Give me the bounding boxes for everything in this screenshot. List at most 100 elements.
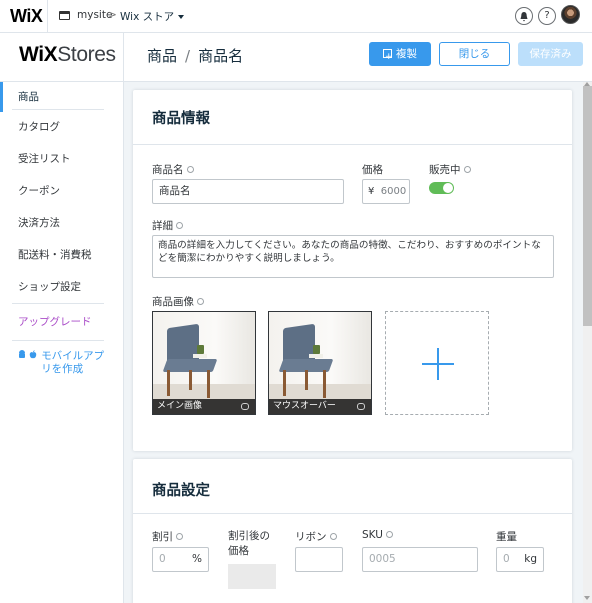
sidebar-item-payments[interactable]: 決済方法 [0, 208, 124, 238]
apple-icon [29, 350, 37, 359]
wix-logo[interactable]: WiX [10, 6, 43, 27]
sidebar-item-shipping-tax[interactable]: 配送料・消費税 [0, 240, 124, 270]
sidebar-item-products[interactable]: 商品 [0, 82, 124, 112]
book [309, 354, 323, 358]
scroll-down-arrow-icon[interactable] [584, 596, 590, 600]
product-name-label-text: 商品名 [152, 164, 184, 176]
sidebar-item-upgrade[interactable]: アップグレード [0, 307, 124, 337]
sidebar-item-orders[interactable]: 受注リスト [0, 144, 124, 174]
info-icon[interactable] [176, 222, 183, 229]
chair-leg [167, 370, 170, 396]
percent-unit: % [192, 553, 202, 565]
info-icon[interactable] [197, 298, 204, 305]
info-icon[interactable] [463, 166, 471, 173]
card-divider [133, 513, 572, 514]
chair-leg [189, 370, 192, 390]
details-textarea[interactable]: 商品の詳細を入力してください。あなたの商品の特徴、こだわり、おすすめのポイントな… [152, 235, 554, 278]
main-image-thumbnail[interactable]: メイン画像 [152, 311, 256, 415]
info-icon[interactable] [329, 533, 337, 540]
chair-leg [323, 370, 326, 398]
scroll-up-arrow-icon[interactable] [584, 82, 590, 86]
info-icon[interactable] [176, 533, 183, 540]
price-label: 価格 [362, 164, 383, 176]
card-divider [133, 144, 572, 145]
sidebar: 商品 カタログ 受注リスト クーポン 決済方法 配送料・消費税 ショップ設定 ア… [0, 82, 124, 603]
duplicate-label: 複製 [396, 48, 417, 60]
discount-input[interactable]: 0% [152, 547, 209, 572]
breadcrumb-current: 商品名 [198, 47, 244, 65]
save-button[interactable]: 保存済み [518, 42, 583, 66]
sku-label-text: SKU [362, 529, 383, 541]
on-sale-label-text: 販売中 [429, 164, 461, 176]
weight-label: 重量 [496, 531, 517, 543]
details-label-text: 詳細 [152, 220, 173, 232]
info-icon[interactable] [385, 531, 393, 538]
bell-icon [520, 12, 528, 22]
chair-leg [305, 370, 308, 390]
store-menu-dropdown[interactable]: Wix ストア [120, 9, 185, 24]
user-avatar[interactable] [561, 5, 580, 24]
weight-input[interactable]: 0 kg [496, 547, 544, 572]
sidebar-item-store-settings[interactable]: ショップ設定 [0, 272, 124, 302]
wix-stores-logo-prefix: WiX [19, 43, 58, 66]
breadcrumb-slash: / [185, 47, 191, 65]
breadcrumb-separator: > [108, 9, 117, 21]
chair-leg [283, 370, 286, 396]
android-icon [19, 350, 25, 358]
sidebar-item-catalog[interactable]: カタログ [0, 112, 124, 142]
currency-symbol: ¥ [368, 186, 375, 197]
comment-icon[interactable] [357, 403, 365, 410]
discounted-price-label-line1: 割引後の [228, 530, 270, 542]
wix-stores-logo-suffix: Stores [57, 43, 116, 66]
main-content: 商品情報 商品名 商品名 価格 ¥ 6000 販売中 詳細 商品の詳細を入力して… [124, 82, 592, 603]
sidebar-divider [12, 109, 104, 110]
notifications-button[interactable] [515, 7, 533, 25]
info-icon[interactable] [186, 166, 194, 173]
discounted-price-field [228, 564, 276, 589]
discount-label-text: 割引 [152, 531, 173, 543]
cup [197, 345, 204, 354]
discount-label: 割引 [152, 529, 183, 544]
product-settings-title: 商品設定 [152, 483, 210, 499]
sku-label: SKU [362, 529, 393, 541]
discount-value: 0 [159, 553, 166, 565]
store-menu-label: Wix ストア [120, 11, 175, 23]
wix-stores-logo: WiXStores [19, 43, 116, 67]
weight-value: 0 [503, 553, 510, 565]
breadcrumb-section[interactable]: 商品 [147, 47, 177, 65]
sidebar-divider [12, 303, 104, 304]
top-bar: WiX mysite > Wix ストア ? [0, 0, 592, 33]
page-header: WiXStores 商品 / 商品名 複製 閉じる 保存済み [0, 33, 592, 82]
android-apple-icon [18, 350, 37, 363]
details-label: 詳細 [152, 218, 183, 233]
chair-leg [207, 370, 210, 398]
product-info-title: 商品情報 [152, 111, 210, 127]
duplicate-button[interactable]: 複製 [369, 42, 431, 68]
price-value: 6000 [380, 186, 407, 197]
product-name-input[interactable]: 商品名 [152, 179, 344, 204]
hover-image-thumbnail[interactable]: マウスオーバー [268, 311, 372, 415]
add-image-button[interactable] [385, 311, 489, 415]
close-button[interactable]: 閉じる [439, 42, 510, 66]
scrollbar-thumb[interactable] [583, 86, 592, 326]
duplicate-icon [383, 46, 393, 68]
page-title: 商品 / 商品名 [147, 45, 243, 66]
on-sale-label: 販売中 [429, 162, 471, 177]
price-input[interactable]: ¥ 6000 [362, 179, 410, 204]
ribbon-input[interactable] [295, 547, 343, 572]
product-info-card: 商品情報 商品名 商品名 価格 ¥ 6000 販売中 詳細 商品の詳細を入力して… [133, 90, 572, 451]
sku-input[interactable]: 0005 [362, 547, 478, 572]
discounted-price-label: 割引後の 価格 [228, 529, 270, 559]
sidebar-item-coupons[interactable]: クーポン [0, 176, 124, 206]
kg-unit: kg [524, 553, 537, 565]
sidebar-item-mobile-app[interactable]: モバイルアプリを作成 [0, 347, 124, 377]
header-divider [123, 33, 124, 82]
sidebar-divider [12, 340, 104, 341]
discounted-price-label-line2: 価格 [228, 545, 249, 557]
comment-icon[interactable] [241, 403, 249, 410]
help-button[interactable]: ? [538, 7, 556, 25]
cup [313, 345, 320, 354]
ribbon-label-text: リボン [295, 531, 327, 543]
on-sale-toggle[interactable] [429, 182, 454, 194]
product-settings-card: 商品設定 割引 0% 割引後の価格 リボン SKU 0005 重量 0 kg [133, 459, 572, 603]
